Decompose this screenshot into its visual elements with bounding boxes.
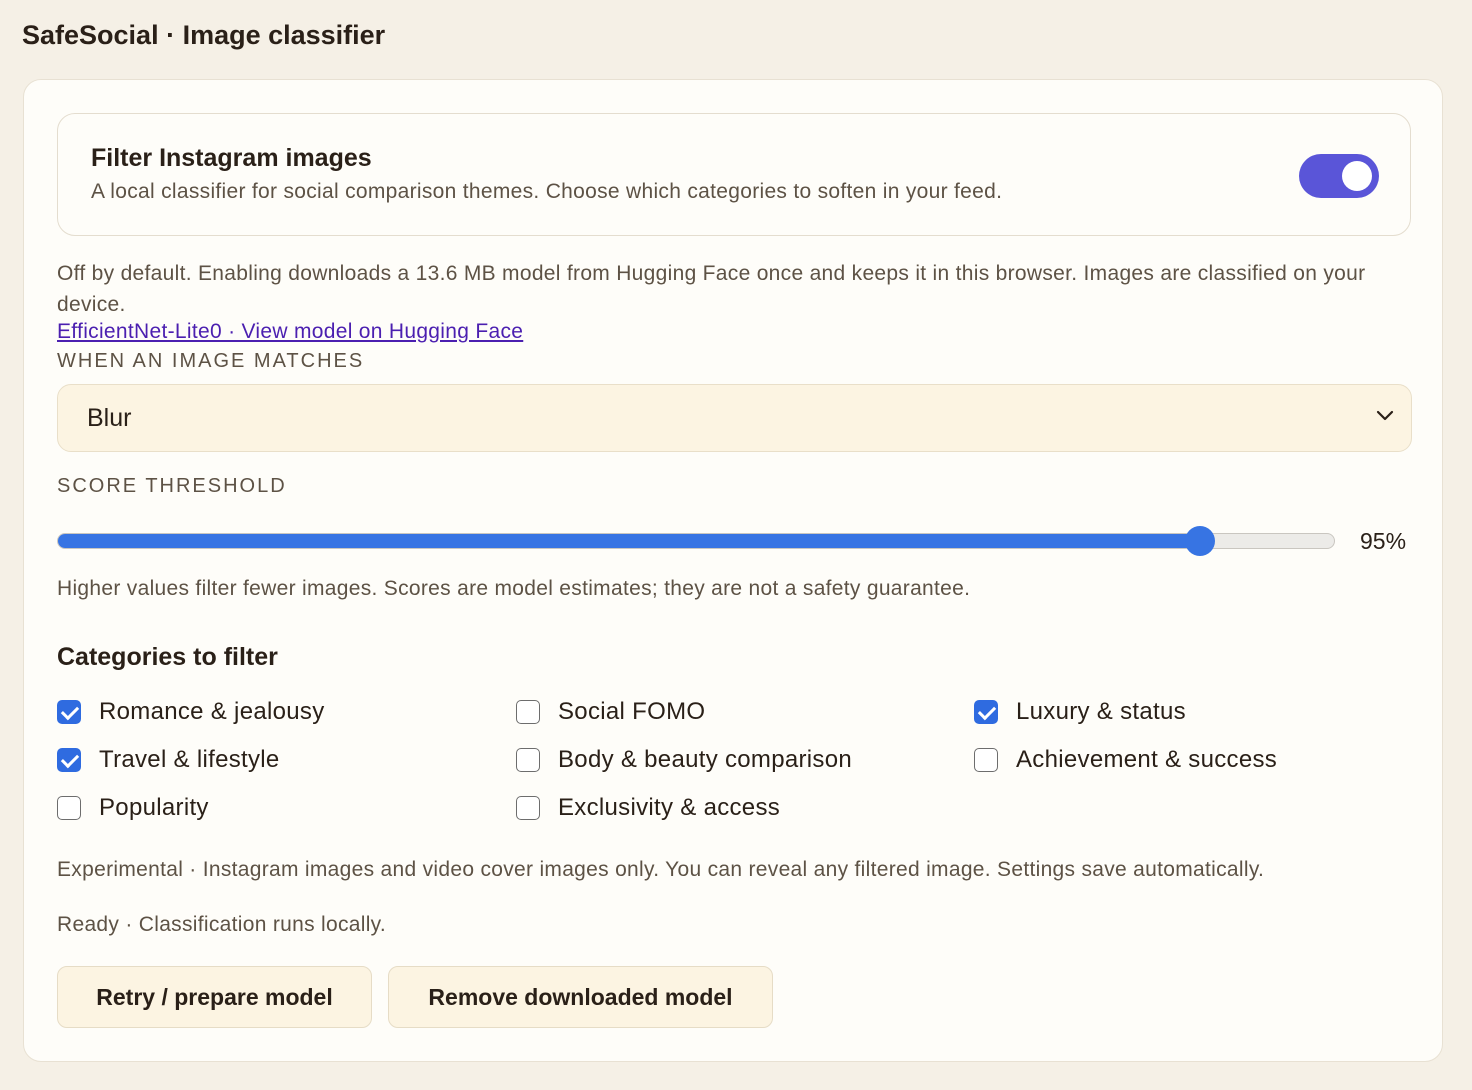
filter-toggle-switch[interactable]	[1299, 154, 1379, 198]
threshold-slider-thumb[interactable]	[1185, 526, 1216, 556]
category-label: Travel & lifestyle	[99, 746, 280, 773]
category-label: Body & beauty comparison	[558, 746, 853, 773]
status-text: Ready · Classification runs locally.	[57, 913, 387, 936]
category-label: Social FOMO	[558, 698, 706, 725]
category-label: Exclusivity & access	[558, 794, 781, 821]
experimental-note: Experimental · Instagram images and vide…	[57, 858, 1265, 881]
threshold-slider[interactable]	[57, 526, 1335, 556]
retry-prepare-model-button[interactable]: Retry / prepare model	[57, 966, 372, 1028]
model-link[interactable]: EfficientNet-Lite0 · View model on Huggi…	[57, 320, 523, 344]
category-travel-lifestyle[interactable]: Travel & lifestyle	[57, 745, 280, 775]
remove-model-button[interactable]: Remove downloaded model	[388, 966, 773, 1028]
threshold-slider-fill	[58, 534, 1201, 548]
toggle-knob	[1342, 161, 1372, 191]
category-romance-jealousy[interactable]: Romance & jealousy	[57, 697, 325, 727]
category-exclusivity-access[interactable]: Exclusivity & access	[516, 793, 780, 823]
action-select-value: Blur	[87, 404, 132, 432]
checkbox[interactable]	[57, 796, 81, 820]
category-popularity[interactable]: Popularity	[57, 793, 209, 823]
category-label: Popularity	[99, 794, 209, 821]
action-section-label: WHEN AN IMAGE MATCHES	[57, 350, 365, 372]
category-achievement-success[interactable]: Achievement & success	[974, 745, 1277, 775]
checkbox[interactable]	[516, 700, 540, 724]
checkbox[interactable]	[57, 748, 81, 772]
model-download-info: Off by default. Enabling downloads a 13.…	[57, 262, 1366, 316]
threshold-value: 95%	[1360, 528, 1407, 554]
categories-heading: Categories to filter	[57, 643, 278, 671]
page-title: SafeSocial · Image classifier	[22, 20, 386, 50]
filter-toggle-title: Filter Instagram images	[91, 144, 372, 172]
checkbox[interactable]	[974, 748, 998, 772]
category-social-fomo[interactable]: Social FOMO	[516, 697, 705, 727]
chevron-down-icon	[1376, 410, 1394, 421]
settings-panel: Filter Instagram images A local classifi…	[23, 79, 1443, 1062]
threshold-hint: Higher values filter fewer images. Score…	[57, 577, 971, 600]
category-luxury-status[interactable]: Luxury & status	[974, 697, 1186, 727]
category-label: Luxury & status	[1016, 698, 1186, 725]
checkbox[interactable]	[516, 748, 540, 772]
filter-toggle-card: Filter Instagram images A local classifi…	[57, 113, 1411, 236]
category-label: Achievement & success	[1016, 746, 1278, 773]
checkbox[interactable]	[57, 700, 81, 724]
category-label: Romance & jealousy	[99, 698, 325, 725]
category-body-beauty[interactable]: Body & beauty comparison	[516, 745, 852, 775]
action-select[interactable]: Blur	[57, 384, 1412, 452]
threshold-section-label: SCORE THRESHOLD	[57, 475, 287, 497]
filter-toggle-description: A local classifier for social comparison…	[91, 180, 1003, 203]
checkbox[interactable]	[974, 700, 998, 724]
checkbox[interactable]	[516, 796, 540, 820]
